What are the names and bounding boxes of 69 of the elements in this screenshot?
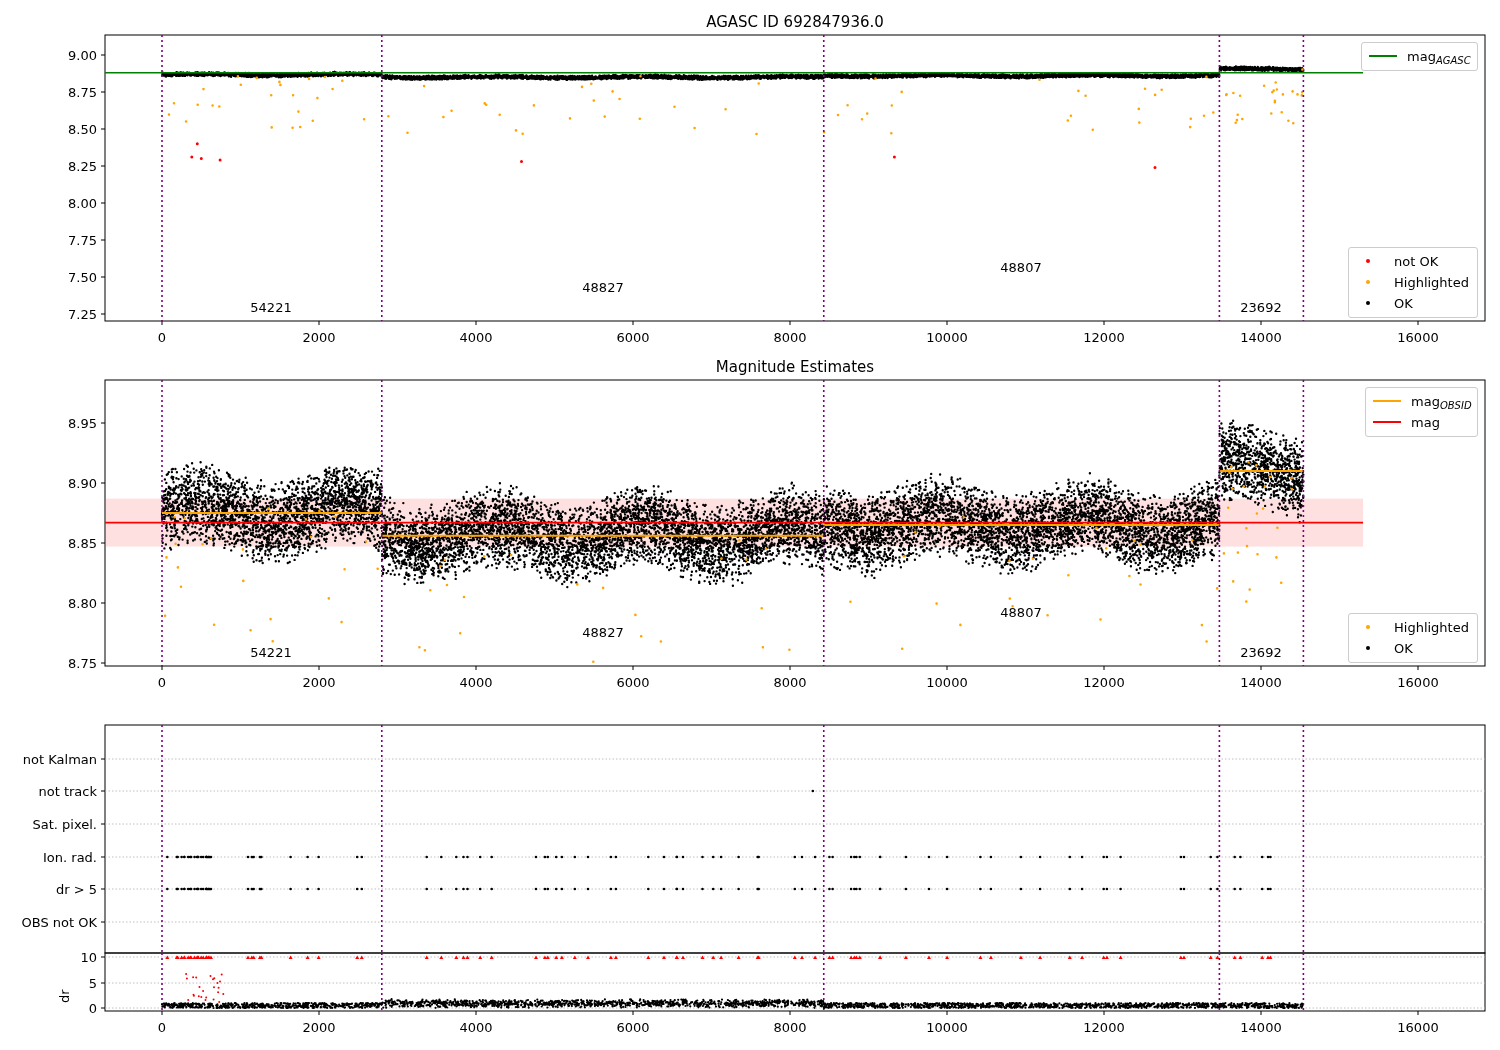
- x-tick-label: 10000: [926, 675, 968, 689]
- y-tick-label: not track: [38, 784, 97, 798]
- y-tick-label: 0: [88, 1001, 97, 1015]
- legend-label: OK: [1394, 641, 1413, 655]
- legend-label: Highlighted: [1394, 620, 1469, 634]
- legend-label: OK: [1394, 296, 1413, 310]
- legend-label: Highlighted: [1394, 275, 1469, 289]
- segment-label: 48807: [1000, 605, 1042, 619]
- x-tick-label: 16000: [1397, 675, 1439, 689]
- y-tick-label: 8.90: [68, 476, 97, 490]
- x-tick-label: 0: [157, 330, 167, 344]
- x-tick-label: 8000: [773, 675, 807, 689]
- x-tick-label: 2000: [302, 675, 336, 689]
- x-tick-label: 10000: [926, 330, 968, 344]
- x-tick-label: 0: [157, 675, 167, 689]
- y-tick-label: 8.95: [68, 416, 97, 430]
- axis-label: dr: [57, 989, 71, 1004]
- x-tick-label: 6000: [616, 675, 650, 689]
- x-tick-label: 4000: [459, 675, 493, 689]
- chart-title: Magnitude Estimates: [715, 359, 875, 375]
- x-tick-label: 8000: [773, 330, 807, 344]
- legend-label: mag: [1411, 415, 1440, 429]
- legend-label: mag$_{OBSID}$: [1411, 394, 1472, 408]
- y-tick-label: 8.00: [68, 196, 97, 210]
- x-tick-label: 10000: [926, 1020, 968, 1034]
- segment-label: 48827: [582, 625, 624, 639]
- y-tick-label: 5: [88, 976, 97, 990]
- y-tick-label: 10: [80, 950, 97, 964]
- y-tick-label: 8.80: [68, 596, 97, 610]
- y-tick-label: 7.75: [68, 233, 97, 247]
- x-tick-label: 12000: [1083, 675, 1125, 689]
- x-tick-label: 14000: [1240, 1020, 1282, 1034]
- y-tick-label: 7.50: [68, 270, 97, 284]
- segment-label: 23692: [1240, 300, 1282, 314]
- y-tick-label: not Kalman: [22, 752, 97, 766]
- x-tick-label: 6000: [616, 1020, 650, 1034]
- y-tick-label: 8.75: [68, 656, 97, 670]
- x-tick-label: 12000: [1083, 330, 1125, 344]
- segment-label: 54221: [250, 300, 292, 314]
- x-tick-label: 16000: [1397, 1020, 1439, 1034]
- legend-label: not OK: [1394, 254, 1439, 268]
- x-tick-label: 0: [157, 1020, 167, 1034]
- y-tick-label: 8.85: [68, 536, 97, 550]
- x-tick-label: 14000: [1240, 330, 1282, 344]
- legend-label: mag$_{AGASC}$: [1407, 49, 1471, 63]
- segment-label: 48807: [1000, 260, 1042, 274]
- y-tick-label: dr > 5: [55, 882, 97, 896]
- y-tick-label: Sat. pixel.: [32, 817, 97, 831]
- x-tick-label: 4000: [459, 1020, 493, 1034]
- y-tick-label: OBS not OK: [21, 915, 97, 929]
- x-tick-label: 2000: [302, 330, 336, 344]
- y-tick-label: Ion. rad.: [43, 850, 97, 864]
- y-tick-marks: [100, 956, 106, 1009]
- y-tick-label: 7.25: [68, 307, 97, 321]
- x-tick-label: 6000: [616, 330, 650, 344]
- segment-label: 23692: [1240, 645, 1282, 659]
- x-tick-label: 12000: [1083, 1020, 1125, 1034]
- y-tick-label: 8.25: [68, 159, 97, 173]
- y-tick-label: 9.00: [68, 48, 97, 62]
- x-tick-label: 8000: [773, 1020, 807, 1034]
- x-tick-label: 4000: [459, 330, 493, 344]
- segment-label: 54221: [250, 645, 292, 659]
- y-tick-label: 8.50: [68, 122, 97, 136]
- segment-label: 48827: [582, 280, 624, 294]
- chart-title: AGASC ID 692847936.0: [706, 14, 884, 30]
- x-tick-label: 16000: [1397, 330, 1439, 344]
- y-tick-label: 8.75: [68, 85, 97, 99]
- x-tick-label: 14000: [1240, 675, 1282, 689]
- x-tick-label: 2000: [302, 1020, 336, 1034]
